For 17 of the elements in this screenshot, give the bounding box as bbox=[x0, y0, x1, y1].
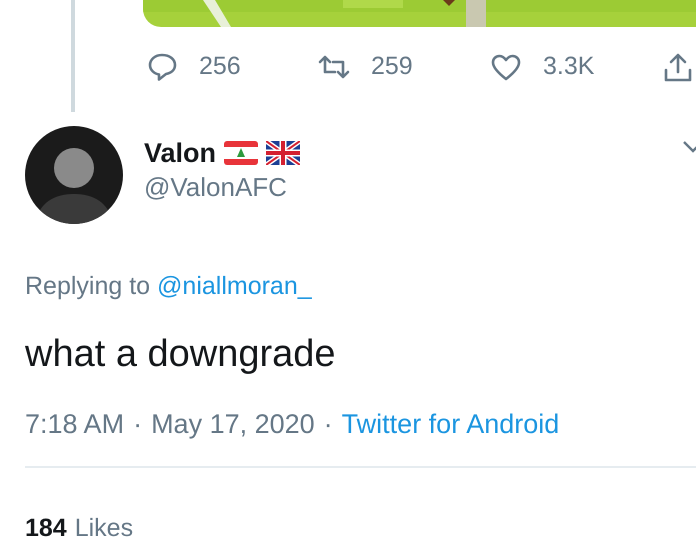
author-name[interactable]: Valon bbox=[144, 136, 216, 170]
likes-label[interactable]: Likes bbox=[74, 510, 134, 548]
likes-count[interactable]: 184 bbox=[25, 510, 67, 548]
timestamp-text: 7:18 AM bbox=[25, 408, 124, 440]
separator-dot: · bbox=[324, 408, 333, 440]
tweet-text: what a downgrade bbox=[25, 332, 337, 376]
flag-icon bbox=[224, 141, 258, 165]
reply-count: 256 bbox=[199, 51, 241, 82]
author-handle[interactable]: @ValonAFC bbox=[144, 170, 300, 204]
mention-link[interactable]: @niallmoran_ bbox=[157, 272, 312, 300]
reply-context: Replying to @niallmoran_ bbox=[25, 271, 313, 302]
timestamp-text: May 17, 2020 bbox=[151, 408, 315, 441]
separator-dot: · bbox=[133, 408, 142, 440]
retweet-count: 259 bbox=[371, 51, 413, 82]
flag-icon bbox=[266, 141, 300, 165]
source-link[interactable]: Twitter for Android bbox=[342, 404, 560, 444]
like-count: 3.3K bbox=[543, 51, 594, 82]
